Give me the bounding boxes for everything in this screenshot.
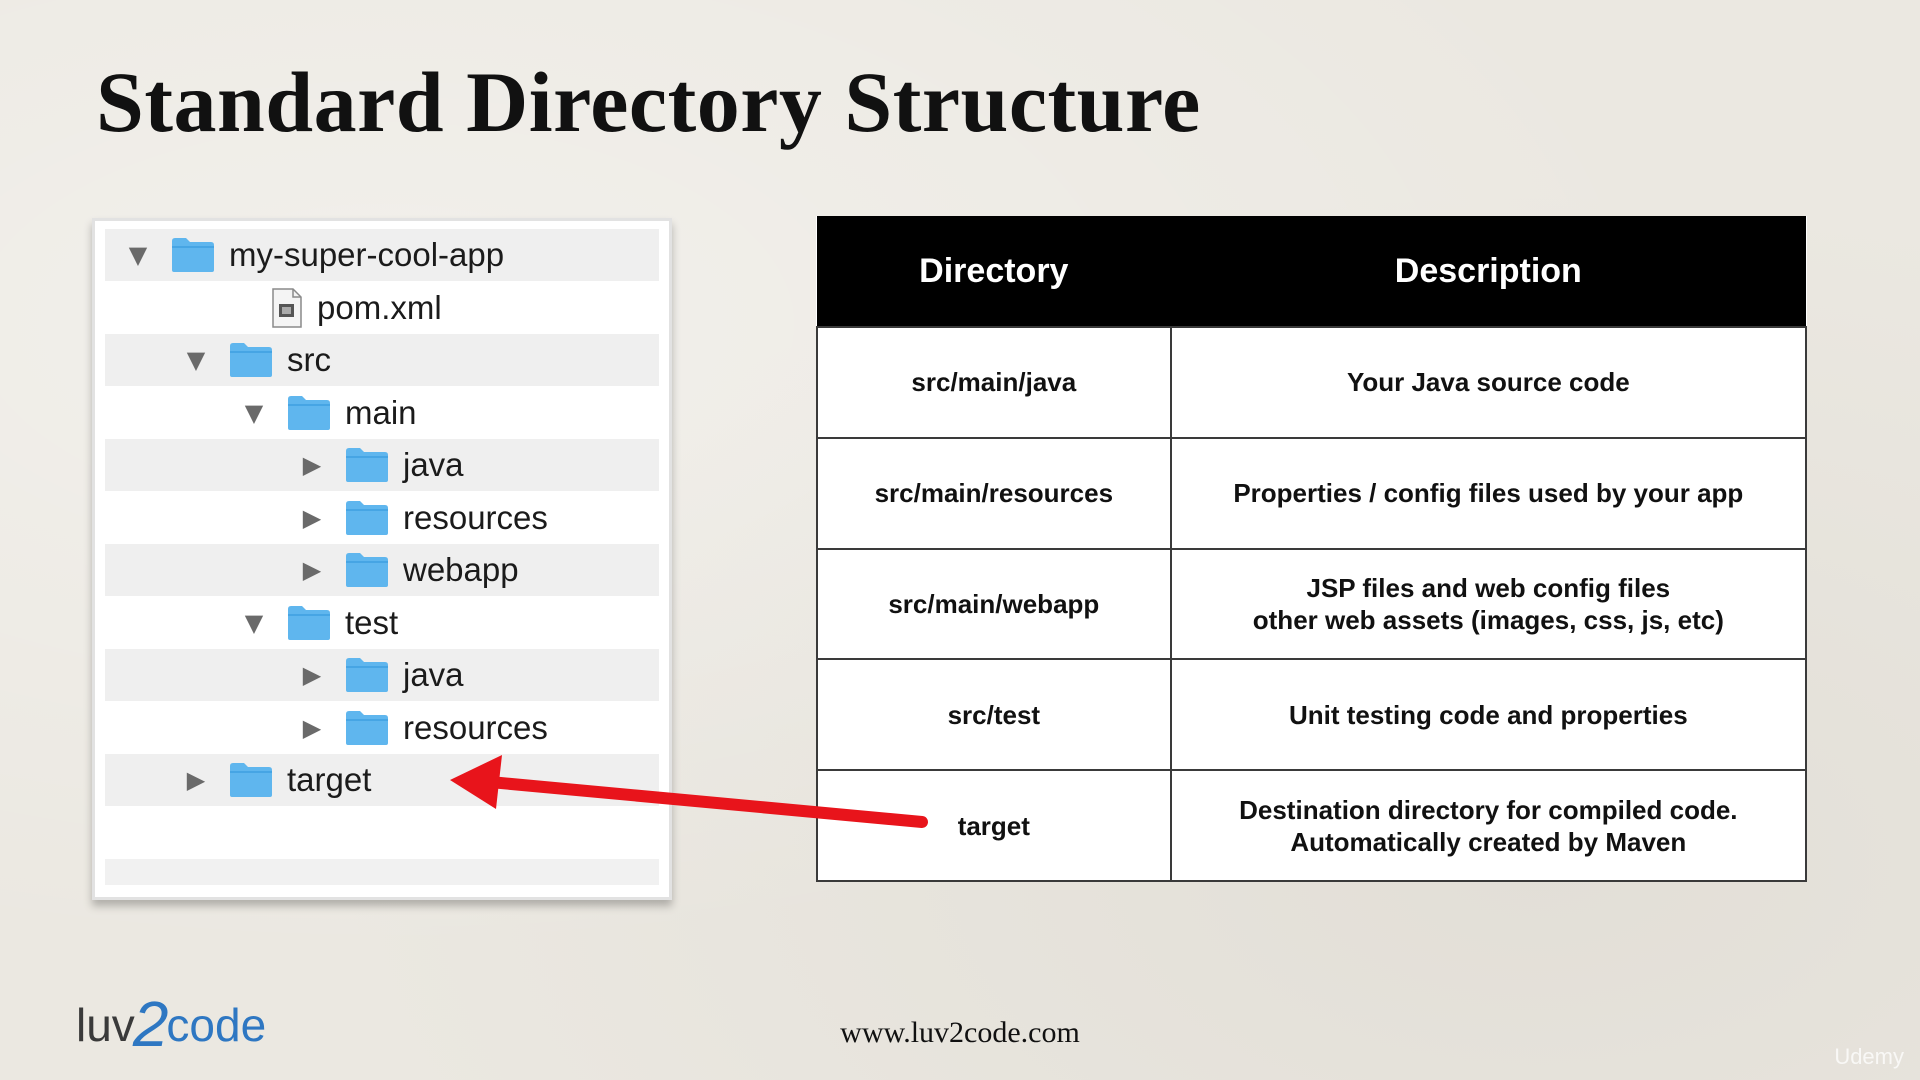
table-row: src/test Unit testing code and propertie…: [816, 658, 1808, 772]
tree-item-my-super-cool-app[interactable]: ▼ my-super-cool-app: [105, 229, 659, 281]
disclosure-collapsed-icon[interactable]: ▶: [299, 451, 325, 479]
disclosure-collapsed-icon[interactable]: ▶: [299, 714, 325, 742]
tree-item-label: test: [345, 603, 399, 641]
table-row: src/main/java Your Java source code: [816, 326, 1808, 439]
description-line: Automatically created by Maven: [1290, 826, 1687, 857]
disclosure-expanded-icon[interactable]: ▼: [241, 609, 267, 637]
tree-item-label: webapp: [403, 551, 519, 588]
folder-icon: [230, 343, 272, 377]
disclosure-collapsed-icon[interactable]: ▶: [299, 556, 325, 584]
description-line: Destination directory for compiled code.: [1239, 794, 1738, 825]
cell-directory: src/main/webapp: [816, 547, 1172, 661]
cell-directory: src/main/resources: [816, 436, 1172, 550]
folder-icon: [346, 658, 388, 692]
description-line: other web assets (images, css, js, etc): [1252, 604, 1724, 635]
tree-item-label: resources: [403, 708, 548, 746]
arrow-head: [450, 755, 502, 809]
folder-icon: [346, 500, 388, 535]
table-row: src/main/resources Properties / config f…: [816, 436, 1808, 550]
folder-icon: [288, 395, 330, 430]
disclosure-expanded-icon[interactable]: ▼: [125, 241, 151, 269]
tree-item-test[interactable]: ▼ test: [105, 597, 659, 649]
header-description: Description: [1170, 216, 1806, 327]
page-title: Standard Directory Structure: [96, 54, 1201, 150]
cell-description: Your Java source code: [1169, 326, 1808, 439]
tree-item-java[interactable]: ▶ java: [105, 649, 659, 701]
disclosure-collapsed-icon[interactable]: ▶: [183, 766, 209, 794]
tree-item-label: my-super-cool-app: [229, 236, 505, 273]
xml-file-icon: [272, 287, 302, 328]
description-line: Properties / config files used by your a…: [1233, 478, 1744, 509]
folder-icon: [346, 448, 388, 482]
table-row: target Destination directory for compile…: [816, 769, 1808, 882]
red-arrow-icon: [450, 755, 928, 828]
arrow-shaft: [484, 776, 928, 828]
folder-icon: [346, 553, 388, 587]
footer-url: www.luv2code.com: [840, 1016, 1080, 1049]
cell-directory: src/main/java: [816, 326, 1172, 439]
tree-item-label: main: [345, 393, 417, 431]
tree-item-label: src: [287, 341, 331, 378]
table-row: src/main/webapp JSP files and web config…: [816, 547, 1808, 661]
cell-description: Unit testing code and properties: [1169, 658, 1808, 772]
disclosure-collapsed-icon[interactable]: ▶: [299, 661, 325, 689]
folder-icon: [346, 710, 388, 745]
tree-item-label: java: [403, 446, 464, 483]
disclosure-expanded-icon[interactable]: ▼: [241, 399, 267, 427]
description-line: Your Java source code: [1346, 367, 1630, 398]
tree-item-label: resources: [403, 498, 548, 536]
tree-item-webapp[interactable]: ▶ webapp: [105, 544, 659, 596]
table-header-row: Directory Description: [817, 216, 1806, 327]
folder-icon: [172, 238, 214, 272]
cell-description: Properties / config files used by your a…: [1169, 436, 1808, 550]
folder-icon: [288, 605, 330, 640]
cell-description: Destination directory for compiled code.…: [1169, 769, 1808, 882]
tree-item-label: target: [287, 761, 372, 798]
tree-item-label: pom.xml: [317, 288, 442, 326]
tree-item-src[interactable]: ▼ src: [105, 334, 659, 386]
tree-item-main[interactable]: ▼ main: [105, 387, 659, 439]
header-directory: Directory: [817, 216, 1171, 327]
folder-icon: [230, 763, 272, 797]
description-line: Unit testing code and properties: [1288, 699, 1688, 730]
tree-item-java[interactable]: ▶ java: [105, 439, 659, 491]
tree-empty-row: [105, 859, 659, 885]
tree-item-resources[interactable]: ▶ resources: [105, 492, 659, 544]
disclosure-expanded-icon[interactable]: ▼: [183, 346, 209, 374]
tree-item-label: java: [403, 656, 464, 693]
tree-item-pom.xml[interactable]: pom.xml: [105, 282, 659, 334]
udemy-watermark: Udemy: [1834, 1044, 1904, 1069]
disclosure-collapsed-icon[interactable]: ▶: [299, 504, 325, 532]
cell-description: JSP files and web config files other web …: [1169, 547, 1808, 661]
directory-table: Directory Description src/main/java Your…: [816, 216, 1808, 882]
description-line: JSP files and web config files: [1306, 572, 1671, 603]
